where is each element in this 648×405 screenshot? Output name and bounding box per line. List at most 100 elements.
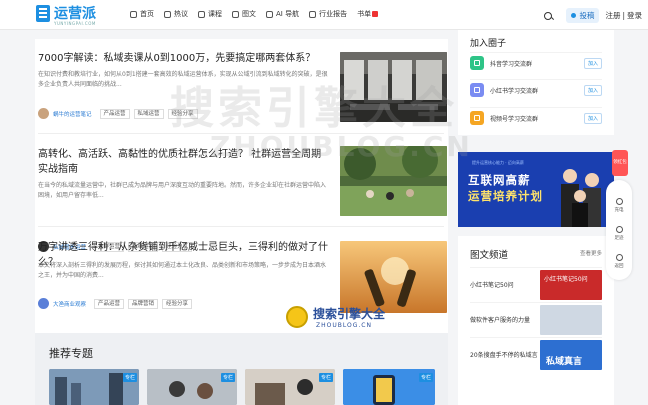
float-history[interactable]: 足迹 [606,226,632,241]
group-item[interactable]: 视频号学习交流群 加入 [470,107,602,128]
top-header: 运营派 YUNYINGPAI.COM 首页 热议 课程 图文 AI 导航 行业报… [0,0,648,30]
ad-line2: 运营培养计划 [468,189,543,203]
ad-banner[interactable]: 提升运营核心能力 · 迈向高薪 互联网高薪 运营培养计划 [458,152,614,227]
tag[interactable]: 私域运营 [133,108,164,119]
course-icon [198,10,205,18]
feature-item[interactable]: 做软件客户服务的力量 [470,302,602,336]
float-charge[interactable]: 充电 [606,198,632,213]
office-photo [340,52,447,122]
header-actions: 投稿 注册 | 登录 [544,8,642,23]
join-button[interactable]: 加入 [583,84,602,96]
nav-label: 书单 [357,10,372,18]
gift-badge[interactable]: 领红包 [612,150,628,176]
post-label: 投稿 [579,11,595,20]
post-button[interactable]: 投稿 [566,8,600,23]
divider [38,226,444,227]
group-name: 抖音学习交流群 [490,60,533,68]
feature-box: 图文频道 查看更多 小红书笔记50问 小红书笔记50问 做软件客户服务的力量 2… [458,236,614,405]
recommend-card[interactable]: 专栏 [147,369,237,405]
logo-subtext: YUNYINGPAI.COM [54,21,96,26]
nav-item-hot[interactable]: 热议 [164,9,188,19]
recommend-title: 推荐专题 [49,347,93,360]
chat-icon [164,10,171,18]
recommend-section: 推荐专题 专栏 专栏 专栏 专栏 [35,333,448,405]
tag[interactable]: 产品运营 [94,298,125,309]
recommend-card[interactable]: 专栏 [343,369,435,405]
nav-item-article[interactable]: 图文 [232,9,256,19]
feature-item[interactable]: 小红书笔记50问 小红书笔记50问 [470,267,602,301]
article-thumbnail[interactable] [340,146,447,216]
feature-item[interactable]: 20条搜盘手不停的私域言 私域真言 [470,337,602,371]
groups-title: 加入圈子 [470,39,507,49]
tag[interactable]: 经验分享 [167,108,198,119]
float-label: 充电 [614,208,624,213]
nav-label: 图文 [242,10,256,18]
logo-text: 运营派 [54,5,96,22]
nav-item-home[interactable]: 首页 [130,9,154,19]
join-button[interactable]: 加入 [583,112,602,124]
author-name[interactable]: 蜗牛的运营笔记 [53,110,92,118]
avatar[interactable] [38,298,49,309]
article-thumbnail[interactable] [340,52,447,122]
recommend-card[interactable]: 专栏 [245,369,335,405]
park-photo [340,146,447,216]
register-link[interactable]: 注册 [605,10,620,21]
author-name[interactable]: 大渔商业观察 [53,300,86,308]
article-meta: 大渔商业观察 产品运营 品牌营销 经验分享 [38,298,196,309]
group-item[interactable]: 抖音学习交流群 加入 [470,52,602,73]
site-logo[interactable]: 运营派 YUNYINGPAI.COM [36,5,96,26]
main-nav: 首页 热议 课程 图文 AI 导航 行业报告 书单 [130,9,388,19]
feature-title: 图文频道 [470,250,509,261]
tag[interactable]: 品牌营销 [128,298,159,309]
avatar[interactable] [38,108,49,119]
tag[interactable]: 产品运营 [99,108,130,119]
float-label: 足迹 [614,236,624,241]
ad-line1: 互联网高薪 [468,173,531,187]
ad-small-text: 提升运营核心能力 · 迈向高薪 [472,160,524,165]
article-item[interactable]: 7000字解读：私域卖课从0到1000万，先要搞定哪两套体系？ 在知识付费和教培… [35,39,448,127]
article-summary: 在知识付费和教培行业，如何从0到1搭建一套高效的私域运营体系，实现从公域引流到私… [38,71,328,88]
nav-label: 热议 [174,10,188,18]
article-summary: 本文将深入剖析三得利的发展历程，探讨其如何通过本土化改良、品类创新和市场策略，一… [38,262,327,279]
column-badge: 专栏 [318,373,333,382]
beer-photo [340,241,447,313]
book-icon [372,11,379,17]
nav-label: 课程 [208,10,222,18]
article-summary: 在当今的私域流量运营中，社群已成为品牌与用户深度互动的重要阵地。然而，许多企业却… [38,182,327,199]
search-icon[interactable] [544,11,553,20]
nav-label: 行业报告 [319,10,348,18]
article-item[interactable]: 高转化、高活跃、高黏性的优质社群怎么打造？ 社群运营全周期实战指南 在当今的私域… [35,135,448,252]
nav-item-ai[interactable]: AI 导航 [266,9,299,19]
home-icon [130,10,137,18]
column-badge: 专栏 [220,373,235,382]
feature-image: 私域真言 [540,339,602,370]
group-name: 小红书学习交流群 [490,87,539,95]
watermark-logo-icon [286,306,308,328]
feature-text: 20条搜盘手不停的私域言 [470,352,538,359]
ad-people-image [561,169,601,227]
article-title[interactable]: 高转化、高活跃、高黏性的优质社群怎么打造？ 社群运营全周期实战指南 [38,147,330,177]
feature-image [540,304,602,335]
article-item[interactable]: 万字讲透三得利：从杂货铺到千亿威士忌巨头，三得利的做对了什么？ 本文将深入剖析三… [35,229,448,329]
logo-mark-icon [36,5,50,22]
group-item[interactable]: 小红书学习交流群 加入 [470,79,602,100]
tag[interactable]: 经验分享 [162,298,193,309]
article-thumbnail[interactable] [340,241,447,313]
float-label: 返回 [614,264,624,269]
feature-text: 小红书笔记50问 [470,282,514,289]
recommend-card[interactable]: 专栏 [49,369,139,405]
video-group-icon [470,111,484,125]
nav-item-books[interactable]: 书单 [357,9,379,19]
article-title[interactable]: 7000字解读：私域卖课从0到1000万，先要搞定哪两套体系？ [38,51,330,66]
nav-item-report[interactable]: 行业报告 [309,9,347,19]
feature-image-text: 私域真言 [546,356,583,367]
group-name: 视频号学习交流群 [490,115,539,123]
feature-more-link[interactable]: 查看更多 [580,249,602,257]
login-link[interactable]: 登录 [627,10,642,21]
groups-box: 加入圈子 抖音学习交流群 加入 小红书学习交流群 加入 视频号学习交流群 加入 [458,30,614,135]
float-back-top[interactable]: 返回 [606,254,632,269]
watermark-small-text: 搜索引擎大全 [313,307,386,321]
join-button[interactable]: 加入 [583,57,602,69]
nav-item-course[interactable]: 课程 [198,9,222,19]
footprint-icon [615,226,623,233]
